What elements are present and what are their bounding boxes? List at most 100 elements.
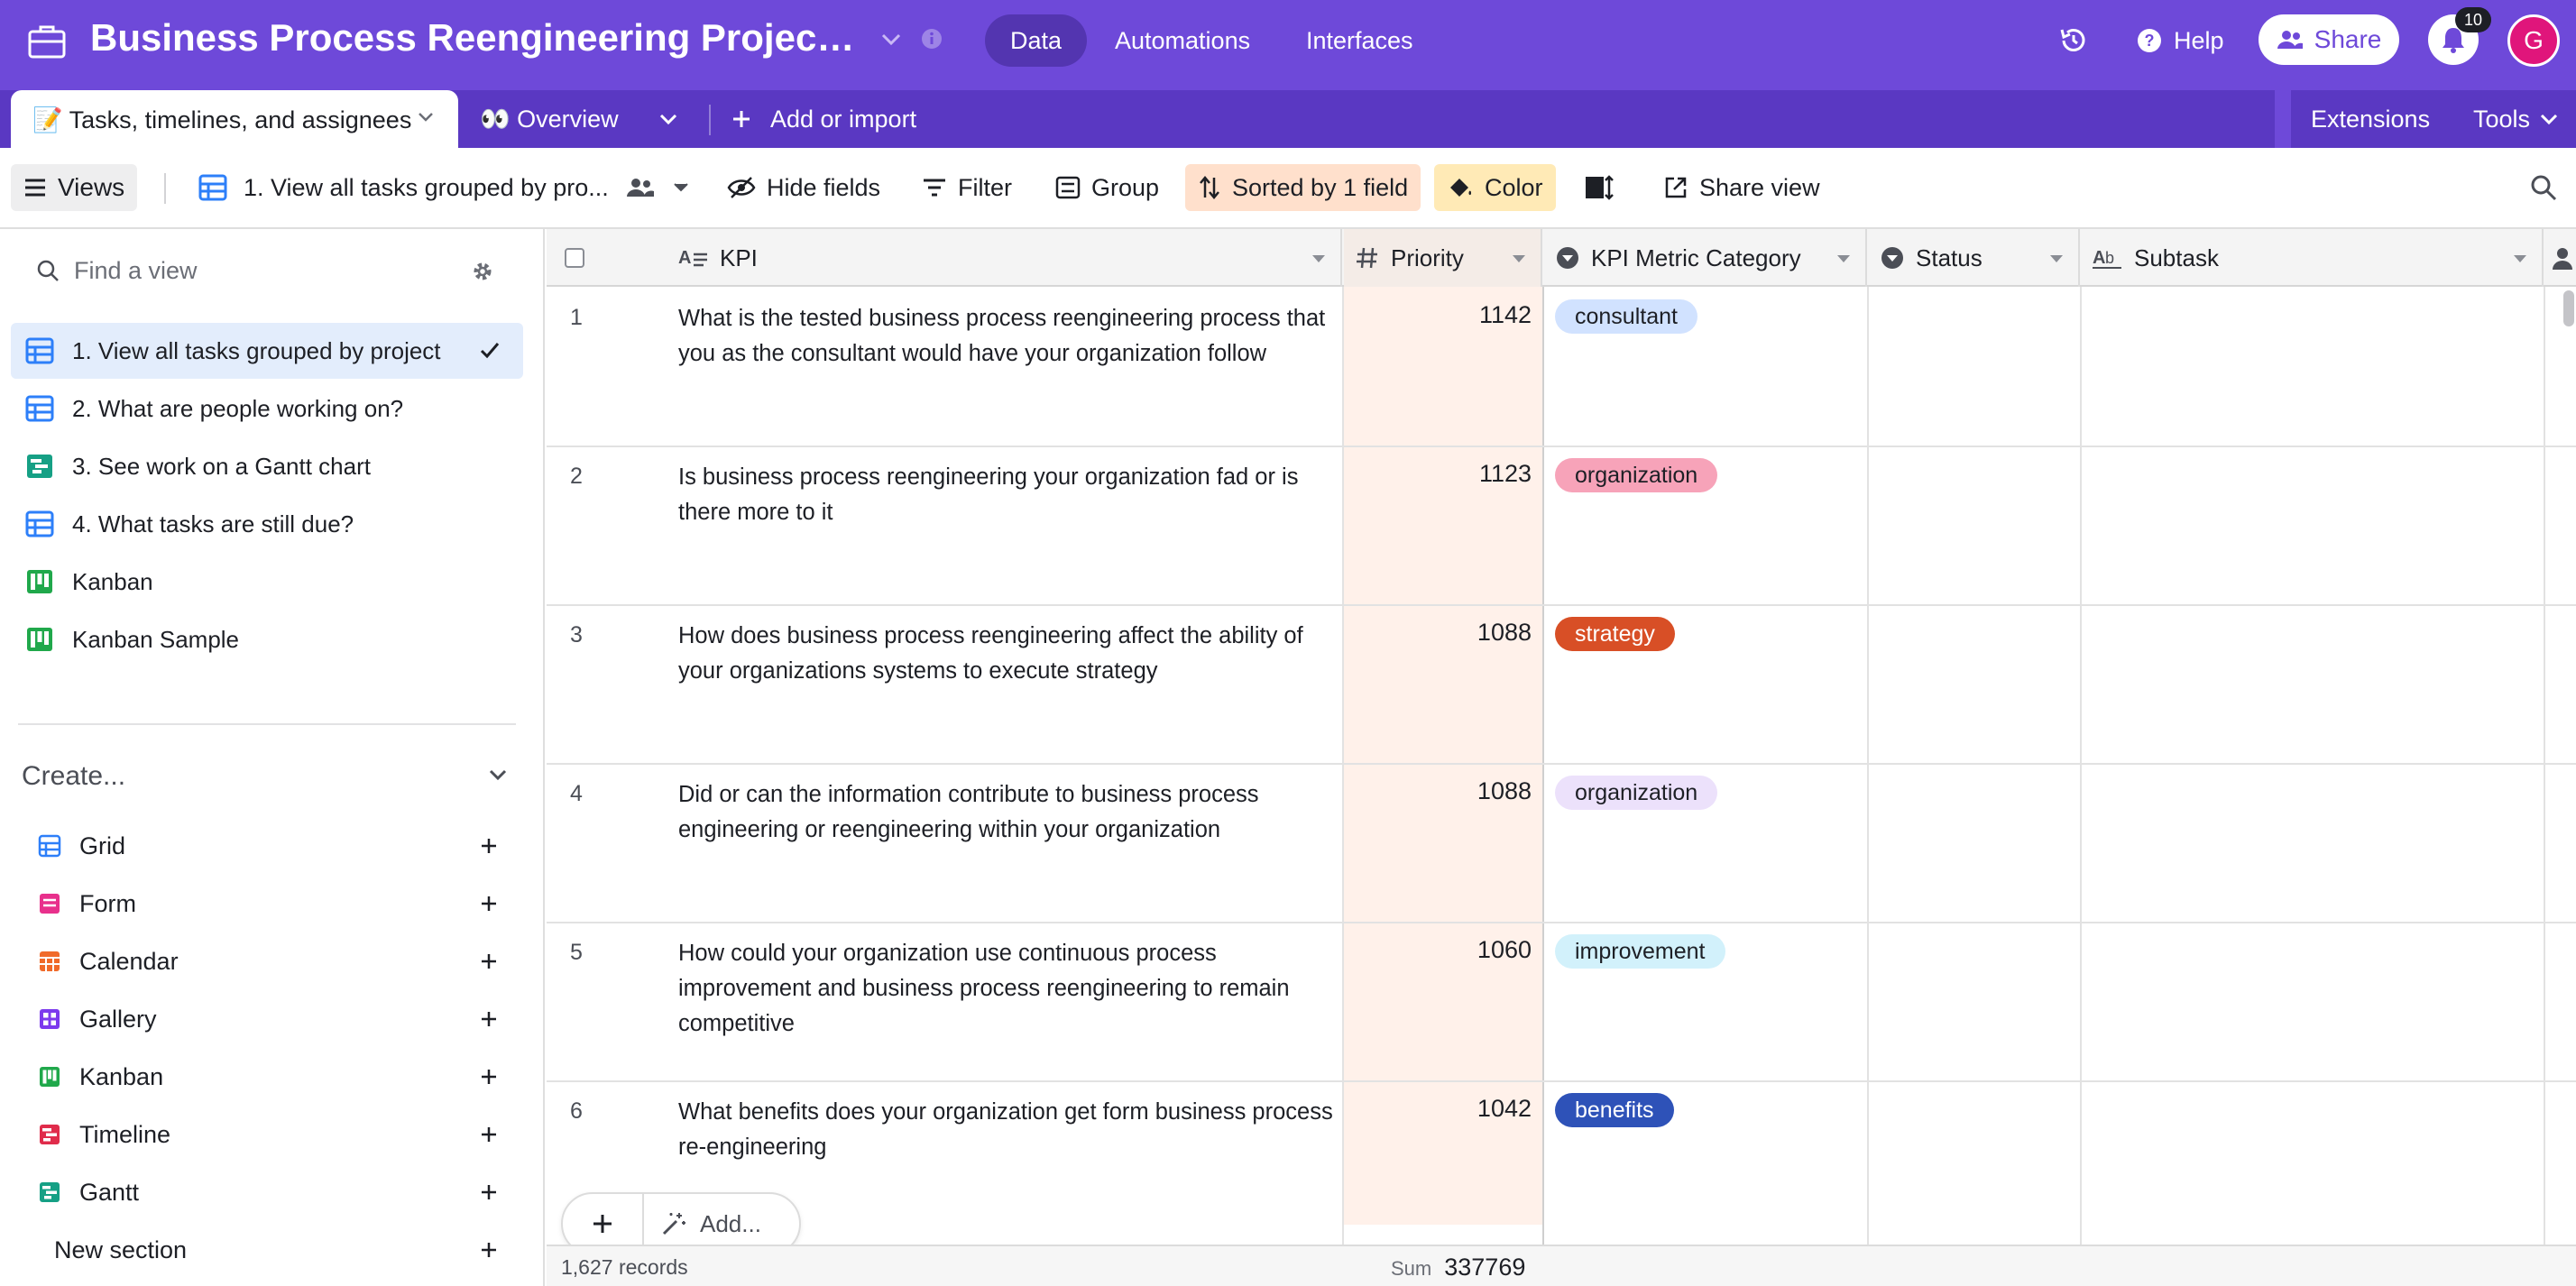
check-icon (480, 341, 500, 359)
view-item-tasks-due[interactable]: 4. What tasks are still due? (11, 496, 523, 552)
new-section-button[interactable]: New section (54, 1228, 498, 1272)
sort-button[interactable]: Sorted by 1 field (1185, 164, 1421, 211)
nav-tab-automations[interactable]: Automations (1090, 14, 1275, 67)
kpi-cell[interactable]: How could your organization use continuo… (678, 936, 1337, 1042)
tools-button[interactable]: Tools (2473, 90, 2559, 148)
hide-fields-button[interactable]: Hide fields (714, 164, 893, 211)
nav-tab-interfaces[interactable]: Interfaces (1281, 14, 1439, 67)
column-header-status[interactable]: Status (1869, 229, 2080, 287)
column-header-kpi-metric-category[interactable]: KPI Metric Category (1544, 229, 1867, 287)
view-item-all-tasks[interactable]: 1. View all tasks grouped by project (11, 323, 523, 379)
category-tag[interactable]: organization (1555, 458, 1718, 492)
add-or-import-button[interactable]: Add or import (731, 90, 916, 148)
vertical-scrollbar[interactable] (2563, 290, 2574, 326)
priority-cell[interactable]: 1142 (1342, 301, 1532, 329)
create-form-button[interactable]: Form (38, 882, 498, 925)
table-tab-overview[interactable]: 👀 Overview (480, 90, 619, 148)
table-row[interactable]: 1 What is the tested business process re… (547, 289, 2576, 447)
plus-icon (731, 108, 752, 130)
group-button[interactable]: Group (1043, 164, 1172, 211)
share-view-label: Share view (1699, 173, 1820, 201)
priority-cell[interactable]: 1088 (1342, 619, 1532, 647)
history-icon[interactable] (2058, 0, 2089, 81)
find-view-input[interactable]: Find a view (16, 243, 503, 298)
create-section-toggle[interactable]: Create... (22, 754, 509, 799)
column-header-assignee[interactable] (2545, 229, 2576, 287)
current-view-label: 1. View all tasks grouped by pro... (244, 173, 609, 201)
create-gantt-button[interactable]: Gantt (38, 1171, 498, 1214)
kpi-cell[interactable]: How does business process reengineering … (678, 619, 1337, 689)
tools-label: Tools (2473, 105, 2531, 133)
row-number: 3 (570, 622, 583, 648)
chevron-down-icon[interactable] (2049, 254, 2064, 263)
view-item-kanban[interactable]: Kanban (11, 554, 523, 610)
select-all-checkbox[interactable] (547, 229, 664, 287)
category-tag[interactable]: benefits (1555, 1093, 1674, 1127)
priority-cell[interactable]: 1060 (1342, 936, 1532, 964)
column-header-priority[interactable]: Priority (1344, 229, 1542, 287)
column-header-subtask[interactable]: Ab Subtask (2082, 229, 2544, 287)
current-view-switcher[interactable]: 1. View all tasks grouped by pro... (186, 164, 703, 211)
share-view-button[interactable]: Share view (1651, 164, 1833, 211)
checkbox[interactable] (565, 248, 584, 268)
column-header-kpi[interactable]: A KPI (667, 229, 1342, 287)
table-row[interactable]: 4 Did or can the information contribute … (547, 765, 2576, 923)
priority-cell[interactable]: 1042 (1342, 1095, 1532, 1123)
kpi-cell[interactable]: What benefits does your organization get… (678, 1095, 1337, 1165)
paint-bucket-icon (1447, 175, 1474, 200)
kpi-cell[interactable]: Is business process reengineering your o… (678, 460, 1337, 530)
grid-view-icon (198, 173, 227, 202)
table-row[interactable]: 2 Is business process reengineering your… (547, 447, 2576, 606)
category-tag[interactable]: improvement (1555, 934, 1725, 969)
search-icon[interactable] (2516, 164, 2571, 211)
filter-button[interactable]: Filter (909, 164, 1025, 211)
kpi-cell[interactable]: What is the tested business process reen… (678, 301, 1337, 372)
chevron-down-icon[interactable] (417, 110, 435, 124)
plus-icon (480, 952, 498, 970)
chevron-down-icon[interactable] (1836, 254, 1851, 263)
category-tag[interactable]: strategy (1555, 617, 1675, 651)
grid-footer: 1,627 records Sum 337769 (547, 1245, 2576, 1286)
table-row[interactable]: 3 How does business process reengineerin… (547, 606, 2576, 765)
view-item-gantt[interactable]: 3. See work on a Gantt chart (11, 438, 523, 494)
info-icon[interactable] (920, 27, 943, 51)
chevron-down-icon[interactable] (880, 31, 902, 49)
chevron-down-icon[interactable] (1512, 254, 1526, 263)
view-item-people-working[interactable]: 2. What are people working on? (11, 381, 523, 436)
gear-icon[interactable] (471, 260, 494, 283)
view-item-kanban-sample[interactable]: Kanban Sample (11, 611, 523, 667)
create-kanban-button[interactable]: Kanban (38, 1055, 498, 1098)
table-row[interactable]: 5 How could your organization use contin… (547, 923, 2576, 1082)
row-number: 2 (570, 464, 583, 489)
create-calendar-button[interactable]: Calendar (38, 940, 498, 983)
create-grid-button[interactable]: Grid (38, 824, 498, 868)
create-gallery-button[interactable]: Gallery (38, 997, 498, 1041)
plus-icon (480, 837, 498, 855)
base-title[interactable]: Business Process Reengineering Project T… (90, 16, 866, 60)
form-view-icon (38, 892, 61, 915)
chevron-down-icon[interactable] (2513, 254, 2527, 263)
table-tab-tasks[interactable]: 📝 Tasks, timelines, and assignees (11, 90, 458, 150)
color-button[interactable]: Color (1434, 164, 1556, 211)
priority-cell[interactable]: 1088 (1342, 777, 1532, 805)
share-button[interactable]: Share (2259, 14, 2399, 65)
view-item-label: 2. What are people working on? (72, 394, 404, 422)
group-icon (1055, 175, 1081, 200)
priority-cell[interactable]: 1123 (1342, 460, 1532, 488)
create-timeline-button[interactable]: Timeline (38, 1113, 498, 1156)
row-height-icon[interactable] (1571, 164, 1627, 211)
kpi-cell[interactable]: Did or can the information contribute to… (678, 777, 1337, 848)
user-avatar[interactable]: G (2507, 14, 2560, 67)
category-tag[interactable]: consultant (1555, 299, 1697, 334)
category-tag[interactable]: organization (1555, 776, 1718, 810)
nav-tab-data[interactable]: Data (985, 14, 1088, 67)
extensions-button[interactable]: Extensions (2311, 90, 2430, 148)
table-row[interactable]: 6 What benefits does your organization g… (547, 1082, 2576, 1241)
priority-summary[interactable]: Sum 337769 (1391, 1254, 1525, 1281)
views-toggle-button[interactable]: Views (11, 164, 138, 211)
briefcase-icon[interactable] (27, 22, 67, 61)
row-number: 1 (570, 305, 583, 330)
chevron-down-icon[interactable] (1311, 254, 1326, 263)
help-button[interactable]: ? Help (2136, 0, 2224, 81)
more-tables-chevron-icon[interactable] (658, 90, 678, 148)
